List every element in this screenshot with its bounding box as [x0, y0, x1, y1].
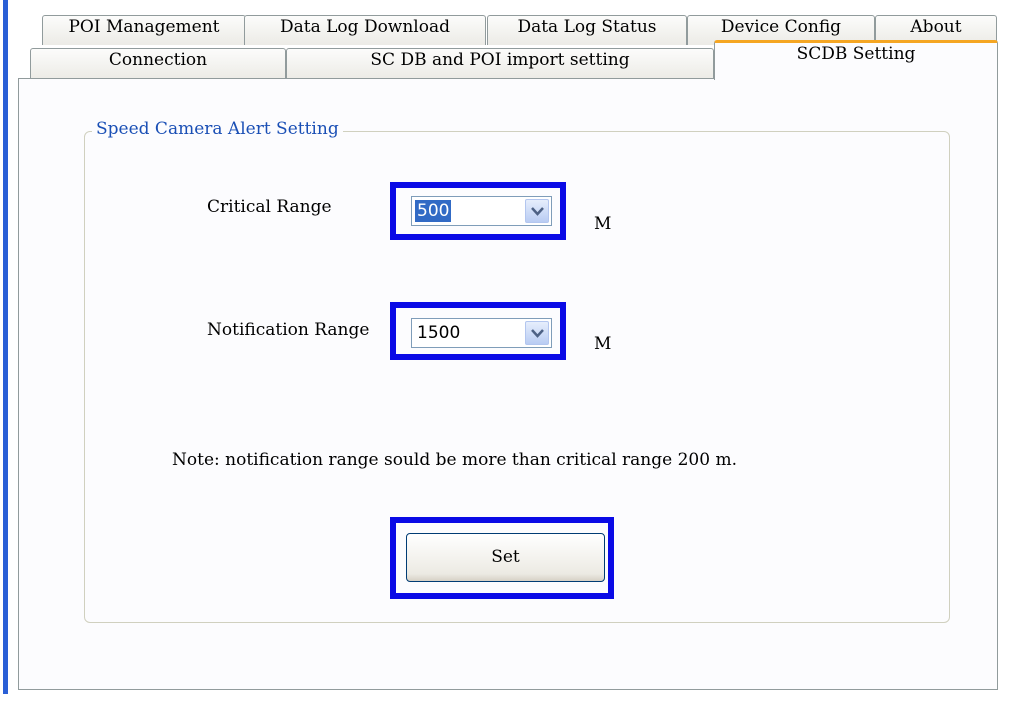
critical-range-unit: M — [594, 214, 612, 234]
chevron-down-icon[interactable] — [525, 199, 549, 223]
chevron-down-icon[interactable] — [525, 321, 549, 345]
tab-data-log-status[interactable]: Data Log Status — [487, 15, 687, 45]
tab-data-log-download[interactable]: Data Log Download — [244, 15, 486, 45]
groupbox-title: Speed Camera Alert Setting — [92, 118, 343, 140]
critical-range-value: 500 — [415, 200, 452, 222]
critical-range-label: Critical Range — [207, 197, 332, 217]
window-left-border — [0, 0, 10, 702]
notification-range-value: 1500 — [417, 323, 461, 343]
tab-scdb-setting[interactable]: SCDB Setting — [714, 40, 998, 80]
range-note: Note: notification range sould be more t… — [172, 450, 737, 470]
notification-range-label: Notification Range — [207, 320, 370, 340]
tab-poi-management[interactable]: POI Management — [42, 15, 246, 45]
notification-range-unit: M — [594, 334, 612, 354]
set-button[interactable]: Set — [406, 533, 605, 582]
window-bottom-edge — [0, 694, 1013, 702]
critical-range-select[interactable]: 500 — [411, 196, 552, 226]
tab-connection[interactable]: Connection — [30, 48, 286, 79]
notification-range-select[interactable]: 1500 — [411, 318, 552, 348]
tab-sc-db-poi-import-setting[interactable]: SC DB and POI import setting — [286, 48, 714, 79]
